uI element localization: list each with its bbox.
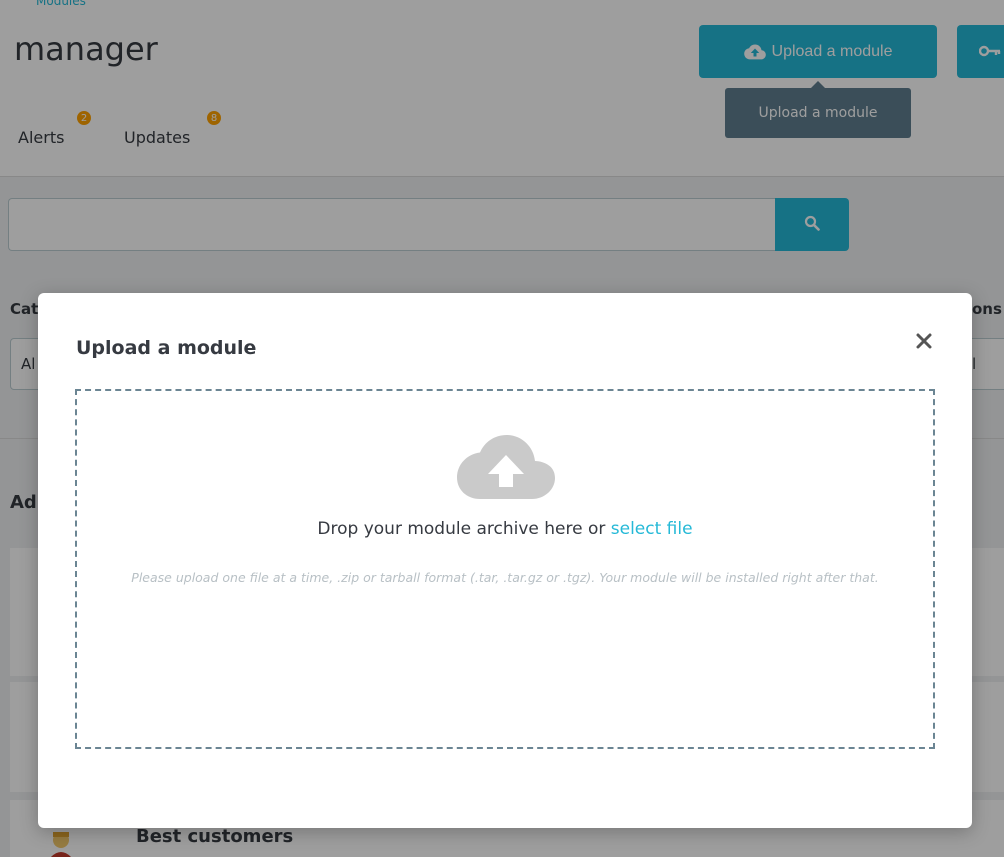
close-icon <box>915 332 933 354</box>
cloud-upload-icon <box>457 435 555 499</box>
file-dropzone[interactable]: Drop your module archive here or select … <box>75 389 935 749</box>
upload-help-text: Please upload one file at a time, .zip o… <box>131 570 879 585</box>
close-button[interactable] <box>910 329 938 357</box>
dropzone-text: Drop your module archive here or select … <box>77 519 933 539</box>
modal-title: Upload a module <box>76 337 257 359</box>
dropzone-instruction: Drop your module archive here or <box>317 519 606 539</box>
upload-module-modal: Upload a module Drop your module archive… <box>38 293 972 828</box>
select-file-link[interactable]: select file <box>611 519 693 539</box>
page: Modules manager Upload a module Alerts 2… <box>0 0 1004 857</box>
